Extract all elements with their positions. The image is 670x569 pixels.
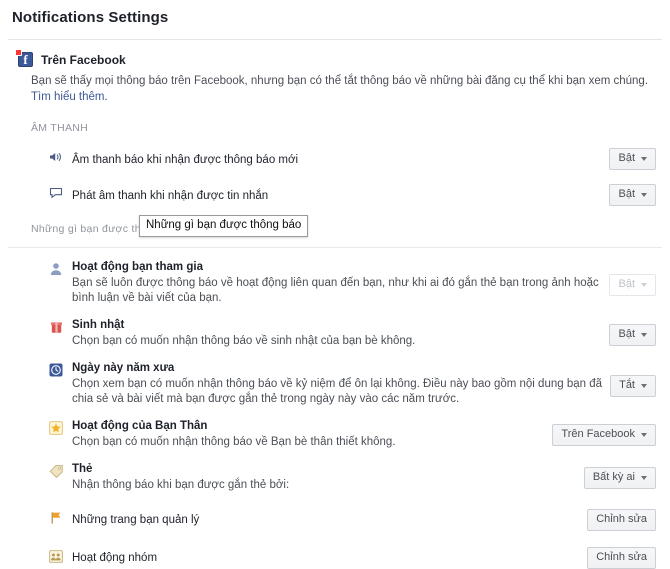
row-subtitle: Bạn sẽ luôn được thông báo về hoạt động … [72, 277, 599, 304]
sound-section-label: ÂM THANH [31, 122, 89, 134]
close-friends-dropdown[interactable]: Trên Facebook [552, 424, 656, 446]
learn-more-link[interactable]: Tìm hiểu thêm [31, 91, 105, 103]
row-text: Thẻ Nhận thông báo khi bạn được gắn thẻ … [48, 462, 584, 493]
row-title: Hoạt động của Bạn Thân [72, 420, 208, 432]
row-control: Bật [609, 318, 656, 346]
chevron-down-icon [641, 156, 647, 161]
clock-icon [48, 362, 64, 378]
row-subtitle: Chọn xem bạn có muốn nhận thông báo về k… [72, 378, 603, 405]
row-tags: Thẻ Nhận thông báo khi bạn được gắn thẻ … [0, 462, 670, 493]
row-text: Hoạt động bạn tham gia Bạn sẽ luôn được … [48, 260, 609, 306]
dropdown-label: Trên Facebook [561, 428, 635, 440]
on-facebook-header: f Trên Facebook [0, 40, 670, 67]
pages-you-manage-edit-button[interactable]: Chỉnh sửa [587, 509, 656, 531]
row-title: Sinh nhật [72, 319, 125, 331]
chat-bubble-icon [48, 185, 64, 201]
on-this-day-dropdown[interactable]: Tắt [610, 375, 656, 397]
speaker-icon [48, 149, 64, 165]
group-activity-edit-button[interactable]: Chỉnh sửa [587, 547, 656, 569]
row-title: Ngày này năm xưa [72, 362, 175, 374]
row-text: Những trang bạn quản lý [48, 513, 587, 528]
notification-dot-icon [15, 49, 22, 56]
row-control: Tắt [610, 361, 656, 397]
row-text: Âm thanh báo khi nhận được thông báo mới [48, 150, 609, 168]
row-text: Hoạt động của Bạn Thân Chọn bạn có muốn … [48, 419, 552, 450]
dropdown-label: Tắt [619, 379, 635, 391]
row-control: Chỉnh sửa [587, 547, 656, 569]
row-control: Chỉnh sửa [587, 509, 656, 531]
row-close-friends: Hoạt động của Bạn Thân Chọn bạn có muốn … [0, 419, 670, 450]
page-title: Notifications Settings [12, 9, 169, 26]
chevron-down-icon [641, 475, 647, 480]
notify-section-label: Những gì bạn được thông báo [31, 223, 181, 235]
section-divider [8, 247, 662, 248]
dropdown-label: Bật [618, 328, 635, 340]
description-text-part-1: Bạn sẽ thấy mọi thông báo trên Facebook,… [31, 75, 649, 87]
row-text: Ngày này năm xưa Chọn xem bạn có muốn nh… [48, 361, 610, 407]
group-icon [48, 548, 64, 564]
facebook-badge-icon: f [15, 49, 33, 67]
chevron-down-icon [641, 432, 647, 437]
message-sound-dropdown[interactable]: Bật [609, 184, 656, 206]
dropdown-label: Bật [618, 152, 635, 164]
notifications-settings-page: Notifications Settings f Trên Facebook B… [0, 0, 670, 569]
row-control: Bất kỳ ai [583, 462, 656, 489]
row-group-activity: Hoạt động nhóm Chỉnh sửa [0, 547, 670, 569]
row-birthdays: Sinh nhật Chọn bạn có muốn nhận thông bá… [0, 318, 670, 349]
gift-icon [48, 319, 64, 335]
row-title: Âm thanh báo khi nhận được thông báo mới [72, 154, 299, 166]
dropdown-label: Bật [618, 188, 635, 200]
dropdown-label: Bật [618, 278, 635, 290]
row-text: Sinh nhật Chọn bạn có muốn nhận thông bá… [48, 318, 609, 349]
tag-icon [48, 463, 64, 479]
on-facebook-title: Trên Facebook [41, 52, 126, 67]
row-pages-you-manage: Những trang bạn quản lý Chỉnh sửa [0, 509, 670, 531]
tags-dropdown[interactable]: Bất kỳ ai [583, 467, 656, 489]
row-on-this-day: Ngày này năm xưa Chọn xem bạn có muốn nh… [0, 361, 670, 407]
on-facebook-description: Bạn sẽ thấy mọi thông báo trên Facebook,… [0, 67, 670, 105]
row-text: Hoạt động nhóm [48, 551, 587, 566]
row-title: Thẻ [72, 463, 93, 475]
dropdown-label: Bất kỳ ai [592, 471, 635, 483]
row-activity-involved: Hoạt động bạn tham gia Bạn sẽ luôn được … [0, 260, 670, 306]
birthdays-dropdown[interactable]: Bật [609, 324, 656, 346]
chevron-down-icon [641, 192, 647, 197]
row-message-sound: Phát âm thanh khi nhận được tin nhắn Bật [0, 184, 670, 206]
row-control: Bật [609, 184, 656, 206]
row-subtitle: Chọn bạn có muốn nhận thông báo về sinh … [72, 335, 416, 347]
row-control: Bật [609, 148, 656, 170]
row-notification-sound: Âm thanh báo khi nhận được thông báo mới… [0, 148, 670, 170]
button-label: Chỉnh sửa [596, 551, 647, 563]
notification-sound-dropdown[interactable]: Bật [609, 148, 656, 170]
row-title: Hoạt động nhóm [72, 551, 158, 564]
person-icon [48, 261, 64, 277]
row-subtitle: Nhận thông báo khi bạn được gắn thẻ bởi: [72, 479, 290, 491]
chevron-down-icon [641, 282, 647, 287]
chevron-down-icon [641, 383, 647, 388]
star-icon [48, 420, 64, 436]
description-text-part-2: . [104, 91, 108, 103]
row-control: Bật [609, 260, 656, 296]
row-control: Trên Facebook [552, 419, 656, 446]
flag-icon [48, 510, 64, 526]
row-title: Những trang bạn quản lý [72, 513, 200, 526]
section-tooltip: Những gì bạn được thông báo [139, 215, 309, 237]
row-subtitle: Chọn bạn có muốn nhận thông báo về Bạn b… [72, 436, 396, 448]
chevron-down-icon [641, 332, 647, 337]
row-title: Hoạt động bạn tham gia [72, 261, 203, 273]
activity-involved-dropdown: Bật [609, 274, 656, 296]
row-text: Phát âm thanh khi nhận được tin nhắn [48, 186, 609, 204]
button-label: Chỉnh sửa [596, 513, 647, 525]
row-title: Phát âm thanh khi nhận được tin nhắn [72, 190, 269, 202]
